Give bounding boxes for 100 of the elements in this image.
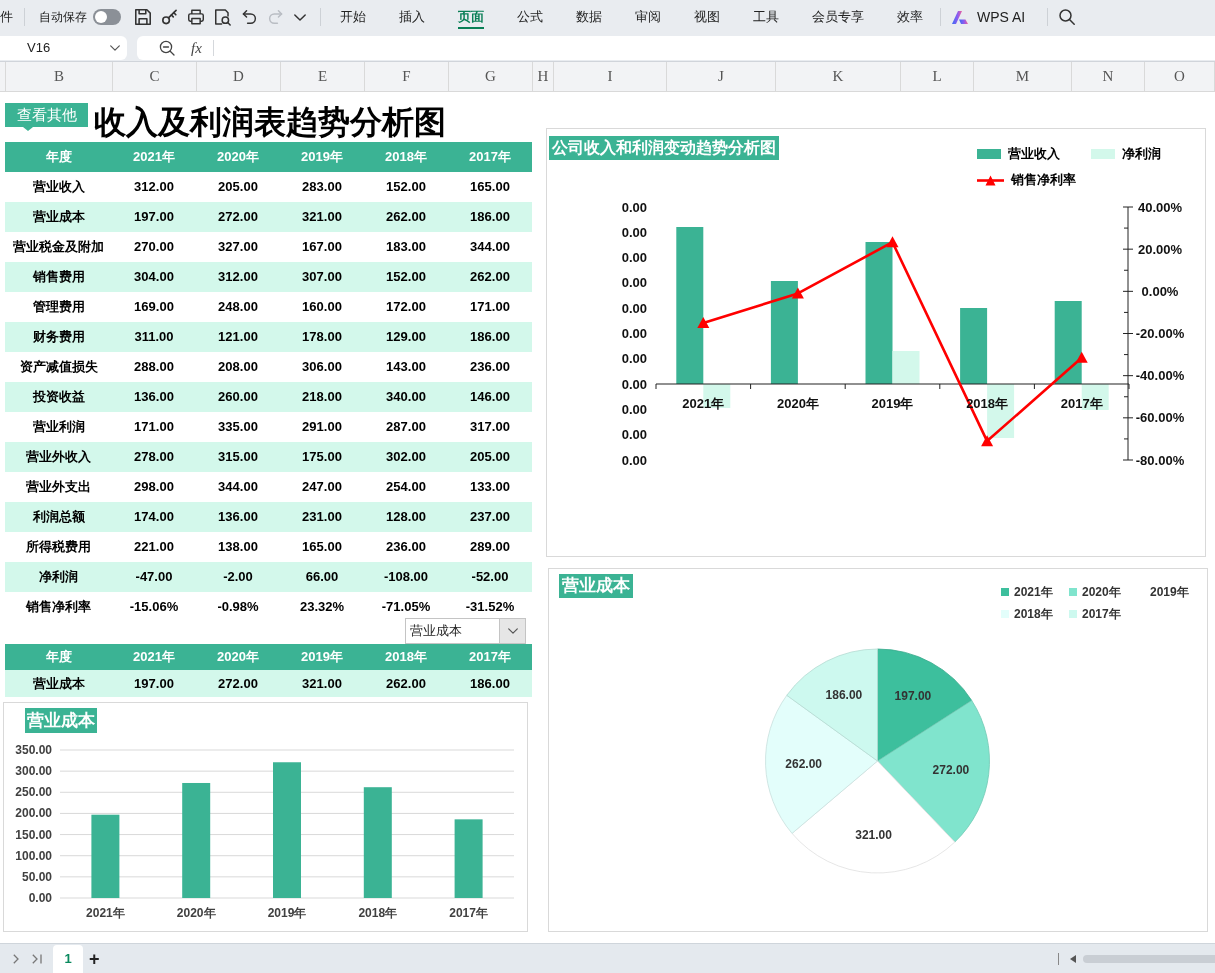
chevron-right-icon[interactable]	[13, 953, 19, 964]
formula-input[interactable]: fx	[137, 35, 1215, 60]
triangle-marker-icon	[697, 317, 710, 329]
table-cell-text: 344.00	[217, 478, 259, 497]
table-cell-text: 291.00	[301, 418, 343, 437]
table-cell-text: 186.00	[469, 328, 511, 347]
row-label: 管理费用	[31, 298, 86, 317]
triangle-left-icon[interactable]	[1070, 954, 1076, 963]
table-cell-text: 262.00	[385, 674, 427, 693]
chevron-bar-icon[interactable]	[32, 953, 42, 964]
table-cell-text: 283.00	[301, 178, 343, 197]
ribbon-tab[interactable]: 页面	[441, 0, 500, 34]
header-cell-text: 年度	[44, 648, 73, 667]
chevron-down-icon[interactable]	[294, 13, 306, 21]
legend-label: 营业收入	[1008, 145, 1060, 164]
axis-label: 2019年	[267, 906, 307, 920]
column-header[interactable]: H	[533, 62, 554, 91]
key-icon[interactable]	[162, 9, 177, 25]
ribbon-tab[interactable]: 会员专享	[795, 0, 880, 34]
zoom-out-icon[interactable]	[159, 39, 175, 56]
table-cell-text: 237.00	[469, 508, 511, 527]
axis-label: 0.00	[621, 224, 647, 240]
category-dropdown[interactable]: 营业成本	[405, 618, 526, 644]
header-cell-text: 2019年	[300, 648, 344, 667]
save-icon[interactable]	[135, 9, 151, 25]
print-preview-icon[interactable]	[215, 8, 231, 26]
table-cell-text: 288.00	[133, 358, 175, 377]
horizontal-scrollbar[interactable]	[1083, 954, 1215, 963]
axis-label: 0.00	[621, 300, 647, 316]
row-label: 营业成本	[31, 208, 86, 227]
table-cell-text: 146.00	[469, 388, 511, 407]
table-cell-text: 315.00	[217, 448, 259, 467]
ribbon-tab[interactable]: 效率	[880, 0, 939, 34]
header-cell-text: 2021年	[132, 148, 176, 167]
table-cell-text: -2.00	[222, 568, 254, 587]
autosave-toggle[interactable]	[93, 9, 121, 25]
table-cell-text: 231.00	[301, 508, 343, 527]
row-label: 销售费用	[31, 268, 86, 287]
axis-label: 2021年	[682, 395, 725, 411]
table-cell-text: 172.00	[385, 298, 427, 317]
function-button[interactable]: fx	[191, 38, 202, 57]
add-sheet-button[interactable]: +	[89, 948, 100, 969]
ribbon-tab[interactable]: 视图	[677, 0, 736, 34]
column-header[interactable]: J	[667, 62, 776, 91]
ai-button[interactable]: WPS AI	[952, 6, 1026, 28]
table-cell-text: 205.00	[469, 448, 511, 467]
axis-label: 2019年	[871, 395, 914, 411]
axis-label: 100.00	[15, 848, 52, 863]
menu-label[interactable]: 件	[0, 7, 13, 27]
axis-label: 40.00%	[1137, 199, 1183, 215]
column-header[interactable]: O	[1145, 62, 1215, 91]
column-header[interactable]: G	[449, 62, 533, 91]
table-cell-text: 205.00	[217, 178, 259, 197]
ribbon-tab[interactable]: 工具	[736, 0, 795, 34]
row-label: 利润总额	[31, 508, 86, 527]
search-icon[interactable]	[1059, 9, 1076, 25]
column-header[interactable]: N	[1072, 62, 1145, 91]
table-cell-text: -15.06%	[128, 598, 180, 617]
axis-label: 2020年	[176, 906, 216, 920]
chart-title: 营业成本	[559, 574, 633, 598]
table-cell-text: 197.00	[133, 208, 175, 227]
table-cell-text: 248.00	[217, 298, 259, 317]
table-cell-text: 317.00	[469, 418, 511, 437]
table-cell-text: 262.00	[469, 268, 511, 287]
table-cell-text: 186.00	[469, 208, 511, 227]
column-header[interactable]: L	[901, 62, 974, 91]
ribbon-tab[interactable]: 开始	[323, 0, 382, 34]
ribbon-tab[interactable]: 插入	[382, 0, 441, 34]
ribbon-tab[interactable]: 公式	[500, 0, 559, 34]
sheet-tab[interactable]: 1	[53, 945, 83, 973]
axis-label: 20.00%	[1137, 241, 1183, 257]
table-cell-text: -31.52%	[464, 598, 516, 617]
name-box[interactable]: V16	[0, 35, 127, 60]
column-header[interactable]: F	[365, 62, 449, 91]
table-cell-text: 197.00	[133, 674, 175, 693]
undo-icon[interactable]	[242, 10, 257, 24]
axis-label: 350.00	[15, 743, 52, 757]
table-cell-text: 307.00	[301, 268, 343, 287]
table-cell-text: 287.00	[385, 418, 427, 437]
autosave-label: 自动保存	[39, 9, 87, 26]
chevron-down-icon[interactable]	[507, 628, 518, 634]
chevron-down-icon[interactable]	[110, 44, 120, 51]
column-header[interactable]: C	[113, 62, 197, 91]
header-cell-text: 2020年	[216, 148, 260, 167]
axis-label: 2020年	[776, 395, 819, 411]
table-cell-text: 298.00	[133, 478, 175, 497]
table-cell-text: 272.00	[217, 208, 259, 227]
table-cell-text: 171.00	[469, 298, 511, 317]
column-header[interactable]: E	[281, 62, 365, 91]
logo-icon	[952, 10, 968, 24]
column-header[interactable]: K	[776, 62, 901, 91]
column-header[interactable]: I	[554, 62, 667, 91]
ribbon-tab[interactable]: 审阅	[618, 0, 677, 34]
printer-icon[interactable]	[188, 9, 204, 25]
column-header[interactable]: B	[6, 62, 113, 91]
column-header[interactable]: D	[197, 62, 281, 91]
ribbon-tab[interactable]: 数据	[559, 0, 618, 34]
table-cell-text: 260.00	[217, 388, 259, 407]
legend-label: 2018年	[1014, 606, 1053, 623]
column-header[interactable]: M	[974, 62, 1072, 91]
